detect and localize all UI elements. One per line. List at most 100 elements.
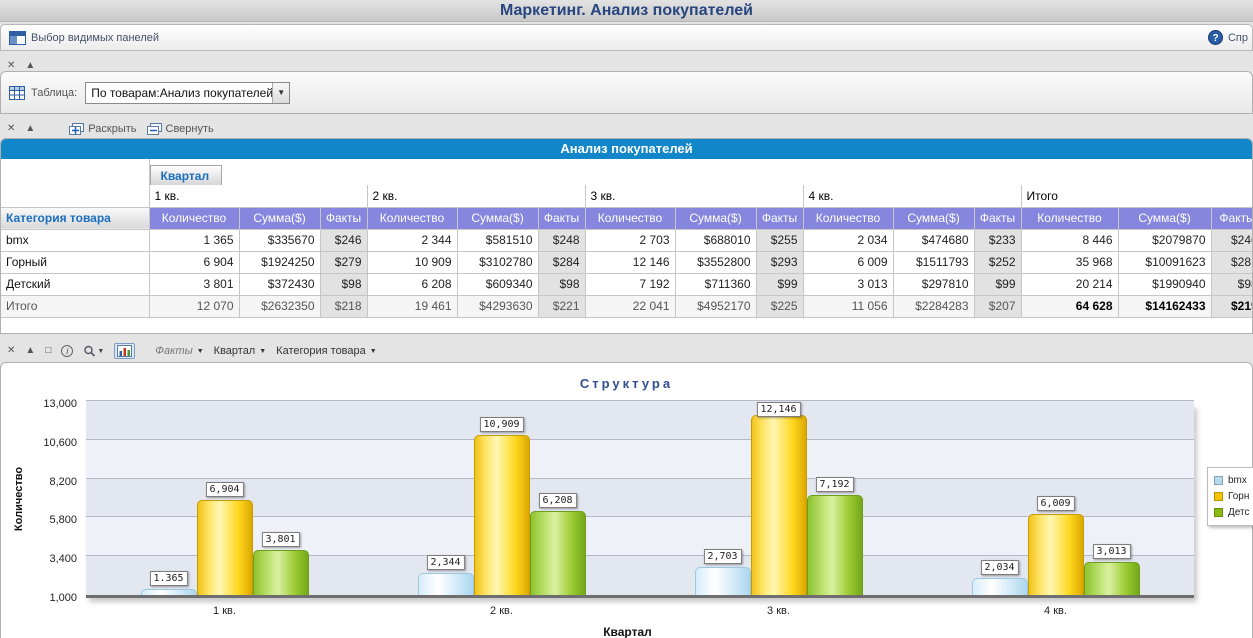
legend-item-bmx[interactable]: bmx <box>1214 475 1253 486</box>
legend-item-Горный[interactable]: Горн <box>1214 491 1253 502</box>
row-name-cell[interactable]: Детский <box>1 273 150 296</box>
legend-item-Детский[interactable]: Детс <box>1214 507 1253 518</box>
help-button[interactable]: ? Спр <box>1207 30 1248 45</box>
value-cell: $233 <box>974 229 1022 252</box>
measure-header[interactable]: Сумма($) <box>1118 207 1212 230</box>
measure-header[interactable]: Факты <box>756 207 804 230</box>
pivot-table: Квартал 1 кв. 2 кв. 3 кв. 4 кв. Итого Категори… <box>1 159 1252 318</box>
value-cell: $255 <box>756 229 804 252</box>
info-icon[interactable]: i <box>61 345 74 357</box>
bar-value-label: 2,344 <box>426 555 465 571</box>
value-cell: 3 801 <box>149 273 240 296</box>
maximize-icon[interactable]: □ <box>45 345 51 357</box>
y-axis-title: Количество <box>13 466 25 532</box>
zoom-icon[interactable]: ▼ <box>83 345 104 358</box>
expand-button[interactable]: Раскрыть <box>69 123 137 135</box>
value-cell: $284 <box>538 251 586 274</box>
measure-header[interactable]: Количество <box>367 207 458 230</box>
chevron-down-icon: ▼ <box>196 347 204 355</box>
bar-Детский[interactable] <box>806 494 863 595</box>
row-name-cell[interactable]: Итого <box>1 295 150 318</box>
measure-header[interactable]: Сумма($) <box>239 207 321 230</box>
table-selector-label: Таблица: <box>31 86 78 99</box>
bar-Горный[interactable] <box>750 414 807 595</box>
value-cell: $3102780 <box>457 251 539 274</box>
column-group-header[interactable]: 2 кв. <box>367 185 586 208</box>
app-window: Маркетинг. Анализ покупателей Выбор види… <box>0 0 1253 638</box>
measure-header[interactable]: Количество <box>149 207 240 230</box>
value-cell: $335670 <box>239 229 321 252</box>
chart-icon <box>117 345 133 357</box>
value-cell: $281 <box>1211 251 1252 274</box>
row-name-cell[interactable]: Горный <box>1 251 150 274</box>
value-cell: 19 461 <box>367 295 458 318</box>
measure-header[interactable]: Сумма($) <box>675 207 757 230</box>
column-group-header[interactable]: Итого <box>1021 185 1252 208</box>
measure-header[interactable]: Количество <box>585 207 676 230</box>
column-group-header[interactable]: 3 кв. <box>585 185 804 208</box>
column-dimension-cell: Квартал <box>149 159 1252 185</box>
value-cell: 12 070 <box>149 295 240 318</box>
row-name-cell[interactable]: bmx <box>1 229 150 252</box>
column-group-header[interactable]: 4 кв. <box>803 185 1022 208</box>
bar-Горный[interactable] <box>196 499 253 595</box>
value-cell: $225 <box>756 295 804 318</box>
column-group-header[interactable]: 1 кв. <box>149 185 368 208</box>
x-axis-title: Квартал <box>603 625 652 638</box>
value-cell: $2632350 <box>239 295 321 318</box>
close-icon[interactable]: ✕ <box>7 345 15 357</box>
measure-header[interactable]: Количество <box>803 207 894 230</box>
legend-label: Детс <box>1228 507 1250 518</box>
visible-panels-button[interactable]: Выбор видимых панелей <box>9 30 159 45</box>
value-cell: $609340 <box>457 273 539 296</box>
collapse-panel-icon[interactable]: ▲ <box>25 123 35 135</box>
table-selector-dropdown[interactable]: По товарам:Анализ покупателей ▼ <box>85 81 291 104</box>
category-dropdown[interactable]: Категория товара ▼ <box>276 345 377 357</box>
bar-bmx[interactable] <box>694 567 751 595</box>
page-title: Маркетинг. Анализ покупателей <box>499 2 754 19</box>
measure-header[interactable]: Факты <box>974 207 1022 230</box>
collapse-icon <box>146 123 162 135</box>
bar-Детский[interactable] <box>529 510 586 595</box>
legend-swatch <box>1214 508 1223 517</box>
blank-cell <box>1 159 150 185</box>
value-cell: 2 034 <box>803 229 894 252</box>
pivot-table-title: Анализ покупателей <box>1 139 1252 159</box>
help-label: Спр <box>1227 31 1248 44</box>
collapse-button[interactable]: Свернуть <box>146 123 214 135</box>
bar-bmx[interactable] <box>140 589 197 595</box>
measures-row: Категория товара Количество Сумма($) Факты К… <box>1 207 1252 230</box>
row-dimension-cell[interactable]: Категория товара <box>1 207 150 230</box>
bar-Детский[interactable] <box>252 549 309 595</box>
bar-Горный[interactable] <box>473 434 530 595</box>
table-row: Детский 3 801 $372430 $98 6 208 $609340 $98 7 1… <box>1 273 1252 296</box>
bar-Горный[interactable] <box>1027 514 1084 595</box>
chart-type-button[interactable] <box>114 343 136 359</box>
pivot-table-panel: Анализ покупателей Квартал 1 кв. 2 кв. 3 кв… <box>0 138 1253 334</box>
collapse-panel-icon[interactable]: ▲ <box>25 345 35 357</box>
chart-panel: Структура Количество 1,000 3,400 5,800 8,20… <box>0 362 1253 638</box>
bar-value-label: 10,909 <box>479 416 524 432</box>
measure-header[interactable]: Факты <box>1211 207 1252 230</box>
column-dimension-row: Квартал <box>1 159 1252 185</box>
value-cell: $4952170 <box>675 295 757 318</box>
value-cell: $581510 <box>457 229 539 252</box>
measure-header[interactable]: Сумма($) <box>457 207 539 230</box>
facts-dropdown[interactable]: Факты ▼ <box>155 345 203 357</box>
value-cell: $207 <box>974 295 1022 318</box>
measure-header[interactable]: Сумма($) <box>893 207 975 230</box>
bar-bmx[interactable] <box>417 573 474 595</box>
measure-header[interactable]: Факты <box>538 207 586 230</box>
value-cell: $219 <box>1211 295 1252 318</box>
value-cell: $246 <box>1211 229 1252 252</box>
measure-header[interactable]: Количество <box>1021 207 1119 230</box>
column-dimension-button[interactable]: Квартал <box>149 165 223 185</box>
close-icon[interactable]: ✕ <box>7 123 15 135</box>
bar-bmx[interactable] <box>971 578 1028 595</box>
quarter-dropdown[interactable]: Квартал ▼ <box>214 345 267 357</box>
chevron-down-icon: ▼ <box>272 82 290 103</box>
value-cell: 10 909 <box>367 251 458 274</box>
bar-Детский[interactable] <box>1083 562 1140 595</box>
measure-header[interactable]: Факты <box>320 207 368 230</box>
legend-swatch <box>1214 476 1223 485</box>
